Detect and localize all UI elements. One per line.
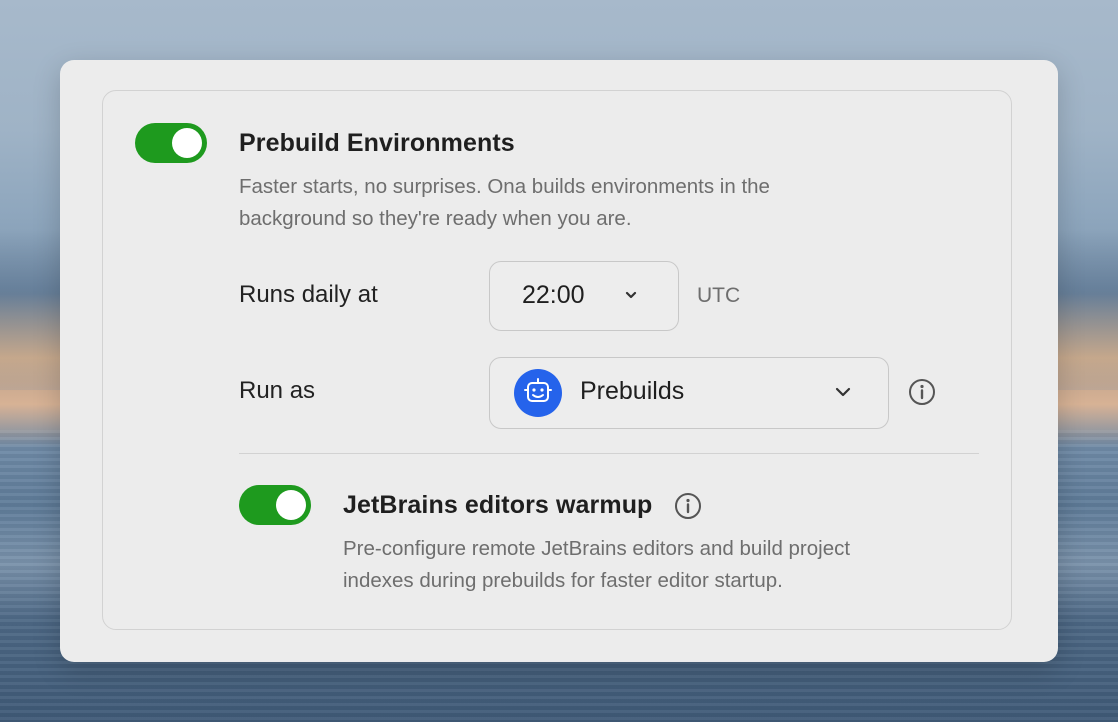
time-select[interactable]: 22:00 <box>489 261 679 331</box>
section-divider <box>239 453 979 454</box>
prebuild-settings-panel: Prebuild Environments Faster starts, no … <box>102 90 1012 630</box>
chevron-down-icon <box>625 291 637 299</box>
run-as-select[interactable]: Prebuilds <box>489 357 889 429</box>
settings-card: Prebuild Environments Faster starts, no … <box>60 60 1058 662</box>
prebuild-title: Prebuild Environments <box>239 129 515 157</box>
run-as-label: Run as <box>239 377 316 404</box>
jetbrains-title: JetBrains editors warmup <box>343 491 653 519</box>
timezone-label: UTC <box>697 284 741 307</box>
jetbrains-description-line-1: Pre-configure remote JetBrains editors a… <box>343 537 851 560</box>
toggle-knob <box>172 128 202 158</box>
prebuild-toggle[interactable] <box>135 123 207 163</box>
jetbrains-description-line-2: indexes during prebuilds for faster edit… <box>343 569 783 592</box>
time-value: 22:00 <box>522 281 585 309</box>
runs-daily-label: Runs daily at <box>239 281 378 308</box>
toggle-knob <box>276 490 306 520</box>
prebuild-description-line-2: background so they're ready when you are… <box>239 207 632 230</box>
prebuild-description-line-1: Faster starts, no surprises. Ona builds … <box>239 175 770 198</box>
jetbrains-info-icon[interactable] <box>673 491 703 521</box>
run-as-value: Prebuilds <box>580 377 685 405</box>
chevron-down-icon <box>835 387 851 397</box>
robot-icon <box>514 369 562 417</box>
jetbrains-toggle[interactable] <box>239 485 311 525</box>
run-as-info-icon[interactable] <box>907 377 937 407</box>
